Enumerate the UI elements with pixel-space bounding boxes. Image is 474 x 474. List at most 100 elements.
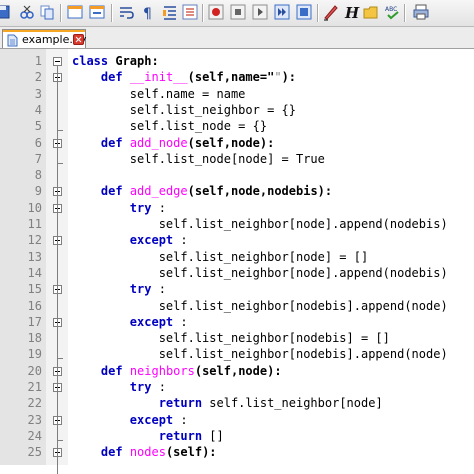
line-number: 7 [34,151,42,166]
code-token: self.list_node = {} [72,119,268,134]
tab-example-py[interactable]: example.py [2,29,86,48]
copy-icon[interactable] [38,3,56,21]
play-macro-icon[interactable] [251,3,269,21]
line-number: 4 [34,102,42,117]
cut-icon[interactable] [18,3,36,21]
stop-record-icon[interactable] [229,3,247,21]
fold-end-marker [57,162,63,164]
code-line[interactable]: self.list_node[node] = True [72,151,325,167]
code-token: except [129,412,174,427]
code-line[interactable]: def __init__(self,name=""): [72,69,296,85]
code-token: def [100,135,123,150]
code-token: (self,name=" [187,70,275,85]
indent-guide-icon[interactable] [161,3,179,21]
code-token: try [129,200,152,215]
code-line[interactable]: self.list_neighbor[node].append(nodebis) [72,216,448,232]
zoom-in-icon[interactable] [66,3,84,21]
print-icon[interactable] [412,3,430,21]
code-line[interactable]: except : [72,232,188,248]
svg-text:H: H [344,4,360,21]
code-line[interactable]: self.list_neighbor[node].append(nodebis) [72,265,448,281]
line-number: 13 [27,249,42,264]
code-token: self.list_neighbor[node].append(nodebis) [72,217,448,231]
folder-icon[interactable] [362,3,380,21]
code-token: [] [202,428,224,443]
line-number: 21 [27,380,42,394]
code-line[interactable]: try : [72,281,166,297]
play-multiple-icon[interactable] [273,3,291,21]
wrap-icon[interactable] [117,3,135,21]
save-icon[interactable] [0,3,12,21]
line-number: 17 [27,314,42,329]
line-number: 19 [27,347,42,362]
code-line[interactable]: self.list_neighbor[nodebis] = [] [72,330,390,346]
code-line[interactable]: except : [72,314,188,330]
code-token: self.name = name [72,86,246,101]
line-number: 16 [27,298,42,313]
code-line[interactable]: return self.list_neighbor[node] [72,395,383,411]
code-line[interactable]: return [] [72,428,224,444]
code-line[interactable]: class Graph: [72,53,159,69]
code-token: nodes [129,445,166,460]
code-line[interactable]: try : [72,200,166,216]
fold-end-marker [57,358,63,360]
close-tab-icon[interactable] [73,34,84,45]
code-token: : [151,282,166,297]
line-number: 14 [27,265,42,280]
line-number: 2 [34,70,42,85]
code-token: except [129,233,174,248]
code-token: : [151,200,166,215]
code-token: try [129,380,152,394]
code-token: : [173,412,188,427]
code-line[interactable]: except : [72,412,188,428]
code-token: self.list_neighbor[node] = [] [72,249,369,264]
code-line[interactable]: self.list_neighbor[nodebis].append(node) [72,298,448,314]
code-line[interactable]: def neighbors(self,node): [72,363,282,379]
code-token: (self,node): [194,363,282,378]
bold-h-icon[interactable]: H [342,3,360,21]
code-line[interactable]: def add_node(self,node): [72,135,274,151]
code-line[interactable]: self.name = name [72,86,246,102]
code-token: self.list_neighbor[nodebis].append(node) [72,298,448,313]
code-token: __init__ [129,70,188,85]
save-macro-icon[interactable] [295,3,313,21]
code-token: (self,node,nodebis): [187,184,333,199]
code-token: return [158,428,203,443]
tab-accent [3,30,85,32]
line-number: 10 [27,200,42,215]
show-all-chars-icon[interactable]: ¶ [139,3,157,21]
record-macro-icon[interactable] [207,3,225,21]
code-token: : [173,233,188,248]
list-icon[interactable] [181,3,199,21]
code-line[interactable]: def nodes(self): [72,444,217,460]
line-number: 23 [27,412,42,427]
code-line[interactable]: self.list_neighbor[node] = [] [72,249,369,265]
code-line[interactable]: self.list_neighbor = {} [72,102,296,118]
code-token: (self): [165,445,217,460]
line-number: 25 [27,445,42,460]
code-token: self.list_neighbor[nodebis].append(node) [72,347,448,362]
code-token: self.list_neighbor[node].append(nodebis) [72,265,448,280]
fold-toggle-icon[interactable] [53,57,62,66]
spell-check-icon[interactable]: ABC [384,3,402,21]
code-token: self.list_neighbor[node] [202,396,383,411]
code-line[interactable]: try : [72,379,166,395]
code-token: class [72,54,109,68]
code-line[interactable]: self.list_node = {} [72,118,267,134]
zoom-out-icon[interactable] [88,3,106,21]
code-line[interactable]: self.list_neighbor[nodebis].append(node) [72,346,448,362]
toolbar: ¶ H ABC [0,0,474,27]
code-editor[interactable]: 1 class Graph: 2 def __init__(self,name=""… [0,49,474,474]
code-line[interactable]: def add_edge(self,node,nodebis): [72,183,332,199]
line-number: 12 [27,233,42,248]
fold-guide-line [57,66,58,474]
code-token: try [129,282,152,297]
highlight-icon[interactable] [322,3,340,21]
